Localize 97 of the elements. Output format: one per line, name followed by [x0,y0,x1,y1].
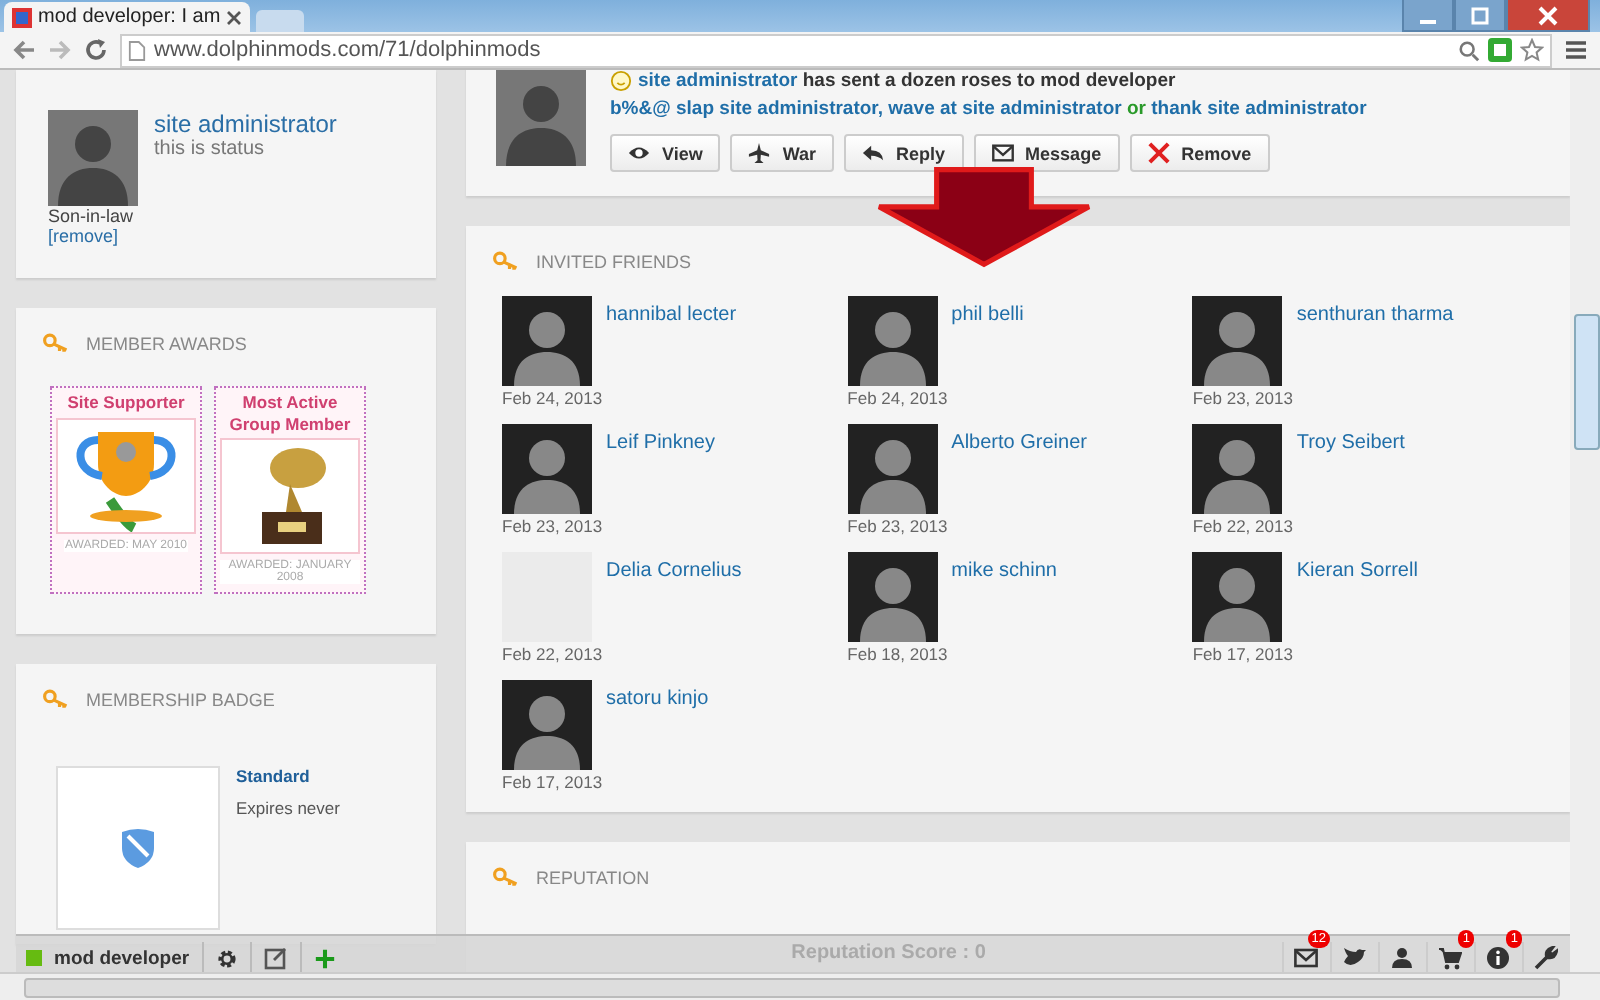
close-icon [1538,5,1558,25]
maximize-button[interactable] [1454,0,1506,32]
invite-date: Feb 18, 2013 [847,644,950,664]
badge-expiry-text: Expires never [236,798,340,819]
action-button[interactable]: View [610,134,721,172]
invite-date: Feb 23, 2013 [502,516,605,536]
friend-name-link[interactable]: Alberto Greiner [951,432,1087,514]
action-button[interactable]: Remove [1129,134,1270,172]
horizontal-scrollbar[interactable] [0,972,1600,1000]
settings-icon[interactable] [215,947,238,969]
back-icon[interactable] [12,38,36,62]
status-text: this is status [154,138,267,160]
edit-icon[interactable] [263,946,288,970]
relation-text: Son-in-law [48,206,136,226]
reply-arrow-icon [862,142,885,164]
action-link[interactable]: thank site administrator [1151,98,1367,120]
avatar-silhouette-icon[interactable] [502,296,592,386]
minimize-button[interactable] [1402,0,1454,32]
avatar-silhouette-icon[interactable] [502,424,592,514]
close-icon [1147,142,1170,164]
reload-icon[interactable] [84,38,108,62]
avatar-silhouette-icon[interactable] [847,552,938,642]
friend-name-link[interactable]: Troy Seibert [1296,432,1405,514]
action-button[interactable]: War [730,134,835,172]
activity-text: site administrator has sent a dozen roses to mod developer [638,70,1176,92]
invite-date: Feb 17, 2013 [1192,644,1295,664]
browser-tab[interactable]: mod developer: I am [4,2,251,32]
avatar-silhouette-icon [496,70,586,166]
plane-icon [748,142,771,164]
invite-date: Feb 23, 2013 [847,516,950,536]
profile-name-link[interactable]: site administrator [154,110,337,138]
envelope-icon [991,142,1014,164]
close-icon[interactable] [226,9,243,25]
trophy-drawing [220,438,360,555]
avatar-silhouette-icon [48,110,138,206]
avatar-silhouette-icon[interactable] [502,680,592,770]
trophy-cup-drawing [56,417,196,534]
friend-name-link[interactable]: Delia Cornelius [606,560,742,642]
badge-level-link[interactable]: Standard [236,766,340,787]
maximize-icon [1470,5,1490,25]
key-icon [492,866,520,888]
bird-icon[interactable] [1342,946,1366,970]
eye-icon [628,142,650,164]
key-icon [492,250,520,272]
site-favicon-icon [12,7,32,27]
down-arrow-icon [874,162,1094,272]
invite-date: Feb 23, 2013 [1192,388,1295,408]
key-icon [42,688,70,711]
section-title: MEMBER AWARDS [86,333,247,353]
extension-icon[interactable] [1488,38,1512,62]
vertical-scrollbar[interactable] [1570,70,1600,972]
invite-date: Feb 24, 2013 [847,388,950,408]
star-icon[interactable] [1520,38,1544,62]
envelope-icon[interactable] [1294,946,1318,970]
info-icon[interactable] [1486,946,1510,970]
section-title: INVITED FRIENDS [536,251,692,271]
friend-name-link[interactable]: mike schinn [951,560,1057,642]
status-indicator [26,950,42,966]
address-bar[interactable]: www.dolphinmods.com/71/dolphinmods [120,33,1552,67]
user-link[interactable]: site administrator [638,70,798,92]
avatar-silhouette-icon[interactable] [847,424,938,514]
plus-icon[interactable] [313,947,336,969]
page-icon [128,39,146,61]
avatar-silhouette-icon[interactable] [1192,552,1283,642]
friend-name-link[interactable]: senthuran tharma [1296,304,1454,386]
award-title: Most Active Group Member [227,392,353,435]
wrench-icon[interactable] [1534,946,1558,970]
shield-icon [120,828,156,869]
smiley-icon [610,70,632,92]
zoom-icon[interactable] [1458,39,1480,61]
section-title: REPUTATION [536,867,650,887]
award-title: Site Supporter [67,392,185,414]
avatar-silhouette-icon[interactable] [1192,424,1283,514]
toolbar-username[interactable]: mod developer [54,947,190,969]
invite-date: Feb 22, 2013 [1192,516,1295,536]
action-button[interactable]: Reply [844,134,964,172]
friend-name-link[interactable]: hannibal lecter [606,304,737,386]
remove-link[interactable]: [remove] [48,226,404,246]
section-title: MEMBERSHIP BADGE [86,689,275,710]
action-button[interactable]: Message [973,134,1120,172]
action-links-text: b%&@ slap site administrator, wave at site administrator or thank site administrator [610,98,1367,120]
menu-icon[interactable] [1564,38,1588,62]
person-icon[interactable] [1390,946,1414,970]
friend-name-link[interactable]: phil belli [951,304,1024,386]
avatar-silhouette-icon[interactable] [1192,296,1283,386]
invite-date: Feb 22, 2013 [502,644,605,664]
close-window-button[interactable] [1506,0,1590,32]
minimize-icon [1420,19,1436,23]
key-icon [42,332,70,354]
invite-date: Feb 17, 2013 [502,772,605,792]
friend-name-link[interactable]: Kieran Sorrell [1296,560,1418,642]
friend-name-link[interactable]: Leif Pinkney [606,432,715,514]
avatar-silhouette-icon[interactable] [847,296,938,386]
cart-icon[interactable] [1438,946,1462,970]
action-link[interactable]: b%&@ slap site administrator, wave at site administrator [610,98,1122,120]
invite-date: Feb 24, 2013 [502,388,605,408]
friend-name-link[interactable]: satoru kinjo [606,688,709,770]
